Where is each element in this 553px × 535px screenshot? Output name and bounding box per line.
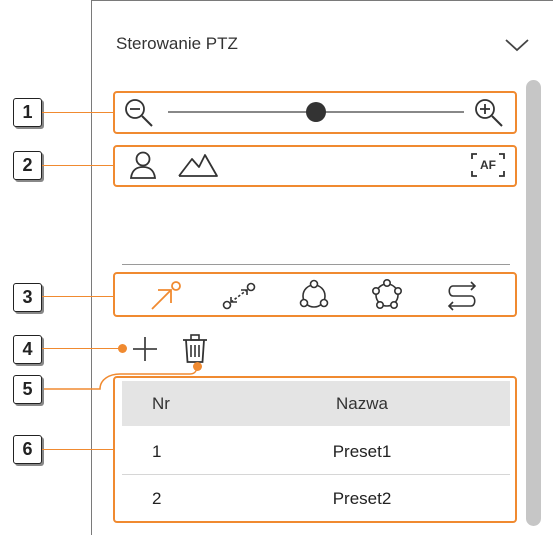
column-header-nr: Nr bbox=[152, 393, 170, 413]
row-nr: 2 bbox=[152, 488, 162, 508]
row-name: Preset1 bbox=[332, 441, 392, 461]
callout-5: 5 bbox=[13, 375, 42, 404]
callout-4: 4 bbox=[13, 335, 42, 364]
plus-icon[interactable] bbox=[130, 334, 160, 364]
group-icon[interactable] bbox=[297, 278, 331, 312]
callout-3: 3 bbox=[13, 283, 42, 312]
person-icon[interactable] bbox=[127, 149, 159, 181]
callout-3-leader bbox=[42, 296, 114, 297]
trash-icon[interactable] bbox=[180, 333, 210, 365]
af-button[interactable]: AF bbox=[470, 152, 506, 178]
swing-icon[interactable] bbox=[221, 280, 257, 312]
callout-1: 1 bbox=[13, 98, 42, 127]
column-header-name: Nazwa bbox=[336, 393, 388, 413]
callout-4-leader bbox=[42, 348, 122, 349]
scrollbar[interactable] bbox=[526, 80, 541, 526]
section-divider bbox=[122, 264, 510, 265]
af-label: AF bbox=[480, 158, 496, 172]
mountain-icon[interactable] bbox=[177, 151, 219, 179]
zoom-out-icon[interactable] bbox=[122, 96, 156, 130]
row-nr: 1 bbox=[152, 441, 162, 461]
zoom-slider-handle[interactable] bbox=[306, 102, 326, 122]
zoom-in-icon[interactable] bbox=[472, 96, 506, 130]
row-name: Preset2 bbox=[332, 488, 392, 508]
panel-title: Sterowanie PTZ bbox=[116, 34, 238, 53]
chevron-down-icon[interactable] bbox=[503, 34, 531, 54]
callout-2-leader bbox=[42, 165, 114, 166]
table-row[interactable]: 1 Preset1 bbox=[122, 428, 510, 475]
callout-1-leader bbox=[42, 112, 114, 113]
preset-icon[interactable] bbox=[147, 280, 183, 312]
callout-4-dot bbox=[118, 344, 127, 353]
table-header: Nr Nazwa bbox=[122, 381, 510, 426]
focus-control-box bbox=[113, 145, 517, 187]
callout-6: 6 bbox=[13, 435, 42, 464]
callout-6-leader bbox=[42, 449, 114, 450]
trace-icon[interactable] bbox=[445, 280, 479, 312]
callout-2: 2 bbox=[13, 151, 42, 180]
tour-icon[interactable] bbox=[370, 278, 404, 312]
table-row[interactable]: 2 Preset2 bbox=[122, 475, 510, 522]
